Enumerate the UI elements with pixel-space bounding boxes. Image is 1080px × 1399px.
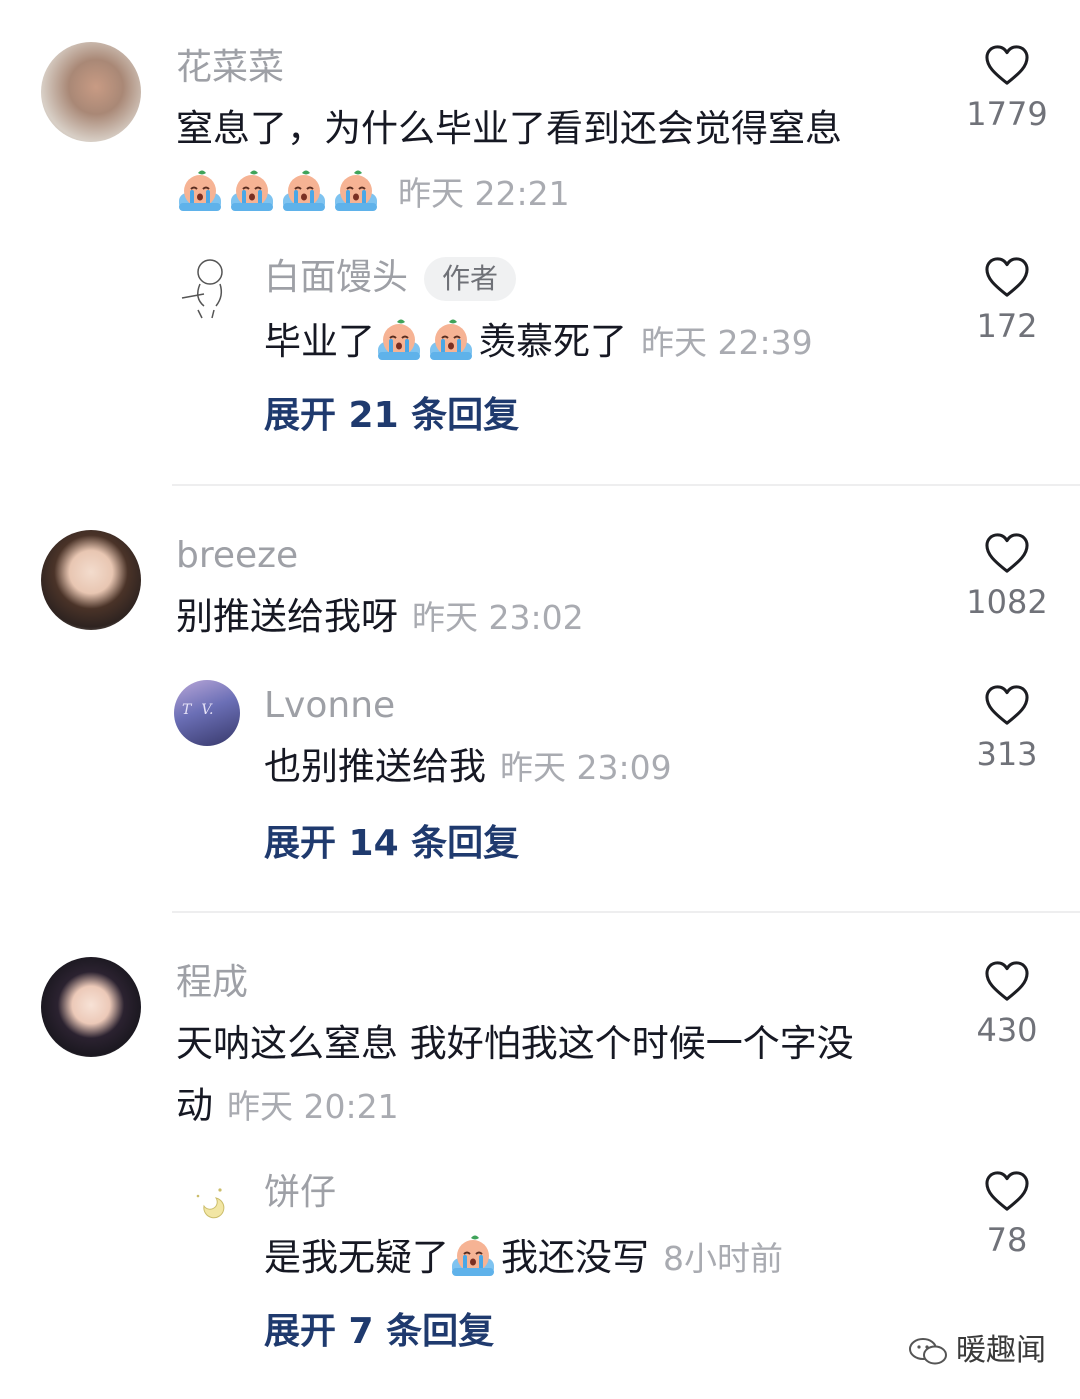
heart-icon[interactable] [984, 684, 1030, 726]
comment-username[interactable]: 程成 [176, 961, 248, 1005]
comment-username[interactable]: 花菜菜 [176, 46, 284, 90]
reply-text: 也别推送给我 [264, 745, 486, 788]
crying-emoji-icon [427, 316, 475, 364]
crying-emoji-icon [449, 1232, 497, 1280]
reply-time: 昨天 22:39 [641, 323, 813, 362]
avatar[interactable] [174, 254, 240, 320]
heart-icon[interactable] [984, 960, 1030, 1002]
sketch-figure-icon [181, 259, 223, 319]
comment-text-row[interactable]: 别推送给我呀 昨天 23:02 [176, 594, 584, 641]
comment-time: 昨天 22:21 [398, 174, 570, 213]
reply-text-row[interactable]: 也别推送给我 昨天 23:09 [264, 744, 672, 791]
heart-icon[interactable] [984, 532, 1030, 574]
avatar[interactable] [41, 42, 141, 142]
reply-text-part: 我还没写 [501, 1236, 649, 1279]
avatar[interactable] [41, 530, 141, 630]
comment-username[interactable]: breeze [176, 534, 298, 578]
watermark-text: 暖趣闻 [956, 1333, 1046, 1368]
like-button[interactable]: 1082 [952, 532, 1062, 622]
avatar[interactable] [174, 1166, 240, 1232]
like-button[interactable]: 313 [952, 684, 1062, 774]
divider [172, 484, 1080, 486]
crying-emoji-icon [332, 167, 380, 215]
moon-doodle-icon [196, 1188, 225, 1219]
comment-text[interactable]: 天呐这么窒息 我好怕我这个时候一个字没 [176, 1021, 854, 1067]
like-count: 78 [986, 1221, 1028, 1259]
reply-text[interactable]: 是我无疑了 我还没写 8小时前 [264, 1232, 783, 1282]
reply-text-part: 是我无疑了 [264, 1236, 449, 1279]
avatar-lettering: T V. [182, 702, 214, 718]
avatar[interactable] [41, 957, 141, 1057]
comment-time: 昨天 20:21 [227, 1087, 399, 1126]
like-button[interactable]: 172 [952, 256, 1062, 346]
reply-text-part: 毕业了 [264, 320, 375, 363]
divider [172, 911, 1080, 913]
comment-text[interactable]: 窒息了，为什么毕业了看到还会觉得窒息 [176, 106, 842, 152]
like-button[interactable]: 78 [952, 1170, 1062, 1260]
reply-username-text[interactable]: 白面馒头 [264, 257, 408, 298]
reply-username[interactable]: Lvonne [264, 684, 395, 728]
comment-text: 动 [176, 1084, 213, 1127]
crying-emoji-icon [280, 167, 328, 215]
comment-meta-row: 昨天 22:21 [176, 167, 570, 217]
comment-text-row[interactable]: 动昨天 20:21 [176, 1083, 399, 1130]
reply-text-part: 羡慕死了 [479, 320, 627, 363]
like-count: 1779 [966, 95, 1048, 133]
reply-time: 8小时前 [663, 1239, 783, 1278]
reply-username[interactable]: 饼仔 [264, 1171, 336, 1215]
avatar[interactable]: T V. [174, 680, 240, 746]
like-count: 172 [976, 307, 1038, 345]
author-badge: 作者 [424, 257, 517, 301]
like-count: 1082 [966, 583, 1048, 621]
comment-time: 昨天 23:02 [412, 598, 584, 637]
like-button[interactable]: 430 [952, 960, 1062, 1050]
like-button[interactable]: 1779 [952, 44, 1062, 134]
reply-time: 昨天 23:09 [500, 748, 672, 787]
reply-username: 白面馒头 作者 [264, 256, 517, 301]
reply-text[interactable]: 毕业了 羡慕死了 昨天 22:39 [264, 316, 813, 366]
comment-text: 别推送给我呀 [176, 595, 398, 638]
crying-emoji-icon [176, 167, 224, 215]
wechat-icon [909, 1338, 947, 1365]
heart-icon[interactable] [984, 256, 1030, 298]
heart-icon[interactable] [984, 44, 1030, 86]
expand-replies-button[interactable]: 展开 14 条回复 [264, 822, 519, 866]
crying-emoji-icon [375, 316, 423, 364]
watermark: 暖趣闻 [908, 1325, 1046, 1369]
like-count: 430 [976, 1011, 1038, 1049]
crying-emoji-icon [228, 167, 276, 215]
like-count: 313 [976, 735, 1038, 773]
expand-replies-button[interactable]: 展开 7 条回复 [264, 1310, 494, 1354]
expand-replies-button[interactable]: 展开 21 条回复 [264, 394, 519, 438]
heart-icon[interactable] [984, 1170, 1030, 1212]
